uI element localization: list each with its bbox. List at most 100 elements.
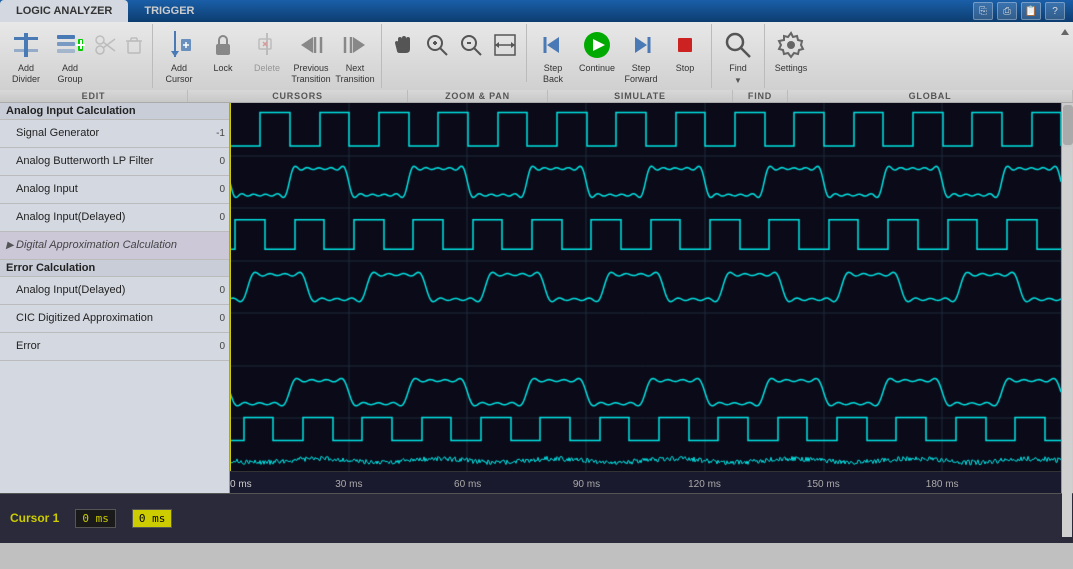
cursors-group: AddCursor Lock bbox=[153, 24, 382, 88]
continue-icon bbox=[581, 29, 613, 61]
group-error-calc[interactable]: Error Calculation bbox=[0, 260, 229, 277]
settings-label: Settings bbox=[775, 63, 808, 74]
next-transition-label: NextTransition bbox=[335, 63, 374, 85]
hand-icon bbox=[387, 29, 419, 61]
timeline-label-30ms: 30 ms bbox=[335, 479, 362, 490]
trash-icon bbox=[118, 29, 150, 61]
copy-icon-btn[interactable]: ⎘ bbox=[973, 2, 993, 20]
step-forward-label: StepForward bbox=[624, 63, 657, 85]
add-cursor-icon bbox=[163, 29, 195, 61]
list-item[interactable]: Analog Input 0 bbox=[0, 176, 229, 204]
clipboard-icon-btn[interactable]: 📋 bbox=[1021, 2, 1041, 20]
add-group-icon bbox=[54, 29, 86, 61]
cursor-label: Cursor 1 bbox=[10, 511, 59, 525]
next-transition-button[interactable]: NextTransition bbox=[333, 24, 377, 88]
settings-button[interactable]: Settings bbox=[769, 24, 813, 82]
cursor-delta-value: 0 ms bbox=[132, 509, 173, 528]
zoom-fit-button[interactable] bbox=[488, 24, 522, 82]
tab-trigger[interactable]: TRIGGER bbox=[128, 0, 210, 22]
status-bar: Cursor 1 0 ms 0 ms bbox=[0, 493, 1073, 543]
toolbar-section-labels: EDIT CURSORS ZOOM & PAN SIMULATE FIND GL… bbox=[0, 90, 1073, 103]
find-dropdown-arrow: ▼ bbox=[734, 76, 742, 85]
cursor-time-value: 0 ms bbox=[75, 509, 116, 528]
group-digital-approx-calc[interactable]: ▶ Digital Approximation Calculation bbox=[0, 232, 229, 260]
timeline-label-120ms: 120 ms bbox=[688, 479, 721, 490]
lock-icon bbox=[207, 29, 239, 61]
find-label: Find bbox=[729, 63, 747, 74]
step-back-label: StepBack bbox=[543, 63, 563, 85]
global-section-label: GLOBAL bbox=[788, 90, 1073, 102]
find-button[interactable]: Find ▼ bbox=[716, 24, 760, 88]
hand-button[interactable] bbox=[386, 24, 420, 82]
toolbar-collapse-btn[interactable] bbox=[1057, 24, 1073, 40]
timeline-label-0ms: 0 ms bbox=[230, 479, 252, 490]
stop-button[interactable]: Stop bbox=[663, 24, 707, 82]
expand-arrow-icon: ▶ bbox=[6, 240, 16, 251]
add-divider-label: Add Divider bbox=[7, 63, 45, 85]
main-area: Analog Input Calculation Signal Generato… bbox=[0, 103, 1073, 493]
add-group-button[interactable]: AddGroup bbox=[48, 24, 92, 88]
zoom-section-label: ZOOM & PAN bbox=[408, 90, 548, 102]
timeline: 0 ms 30 ms 60 ms 90 ms 120 ms 150 ms 180… bbox=[230, 471, 1061, 493]
list-item[interactable]: Analog Input(Delayed) 0 bbox=[0, 277, 229, 305]
scrollbar-thumb[interactable] bbox=[1063, 105, 1073, 145]
list-item[interactable]: Error 0 bbox=[0, 333, 229, 361]
zoom-in-button[interactable] bbox=[420, 24, 454, 82]
simulate-group: StepBack Continue bbox=[527, 24, 712, 88]
list-item[interactable]: CIC Digitized Approximation 0 bbox=[0, 305, 229, 333]
step-forward-button[interactable]: StepForward bbox=[619, 24, 663, 88]
prev-transition-button[interactable]: PreviousTransition bbox=[289, 24, 333, 88]
waveform-display bbox=[230, 103, 1061, 471]
cut-button[interactable] bbox=[92, 24, 120, 82]
delete-cursor-button[interactable]: Delete bbox=[245, 24, 289, 82]
tab-logic-analyzer[interactable]: LOGIC ANALYZER bbox=[0, 0, 128, 22]
waveform-panel: 0 ms 30 ms 60 ms 90 ms 120 ms 150 ms 180… bbox=[230, 103, 1061, 493]
find-icon bbox=[722, 29, 754, 61]
delete-cursor-icon bbox=[251, 29, 283, 61]
step-back-button[interactable]: StepBack bbox=[531, 24, 575, 88]
zoom-pan-group bbox=[382, 24, 527, 82]
delete-cursor-label: Delete bbox=[254, 63, 280, 74]
settings-icon bbox=[775, 29, 807, 61]
step-back-icon bbox=[537, 29, 569, 61]
help-icon-btn[interactable]: ? bbox=[1045, 2, 1065, 20]
list-item[interactable]: Analog Input(Delayed) 0 bbox=[0, 204, 229, 232]
list-item[interactable]: Signal Generator -1 bbox=[0, 120, 229, 148]
tab-icons: ⎘ ⎙ 📋 ? bbox=[973, 0, 1073, 22]
cursors-section-label: CURSORS bbox=[188, 90, 408, 102]
scrollbar-track bbox=[1062, 147, 1072, 537]
tab-bar: LOGIC ANALYZER TRIGGER ⎘ ⎙ 📋 ? bbox=[0, 0, 1073, 22]
add-cursor-label: AddCursor bbox=[165, 63, 192, 85]
vertical-scrollbar[interactable] bbox=[1061, 103, 1073, 493]
continue-label: Continue bbox=[579, 63, 615, 74]
toolbar-buttons-row: Add Divider AddGroup bbox=[0, 22, 1073, 90]
add-group-label: AddGroup bbox=[57, 63, 82, 85]
add-cursor-button[interactable]: AddCursor bbox=[157, 24, 201, 88]
list-item[interactable]: Analog Butterworth LP Filter 0 bbox=[0, 148, 229, 176]
zoom-out-button[interactable] bbox=[454, 24, 488, 82]
prev-transition-label: PreviousTransition bbox=[291, 63, 330, 85]
find-group: Find ▼ bbox=[712, 24, 765, 88]
signal-list: Analog Input Calculation Signal Generato… bbox=[0, 103, 230, 493]
timeline-label-60ms: 60 ms bbox=[454, 479, 481, 490]
waveform-canvas[interactable] bbox=[230, 103, 1061, 471]
zoom-fit-icon bbox=[489, 29, 521, 61]
stop-label: Stop bbox=[676, 63, 695, 74]
toolbar: Add Divider AddGroup bbox=[0, 22, 1073, 103]
timeline-label-150ms: 150 ms bbox=[807, 479, 840, 490]
prev-transition-icon bbox=[295, 29, 327, 61]
stop-icon bbox=[669, 29, 701, 61]
next-transition-icon bbox=[339, 29, 371, 61]
continue-button[interactable]: Continue bbox=[575, 24, 619, 82]
timeline-label-90ms: 90 ms bbox=[573, 479, 600, 490]
add-divider-icon bbox=[10, 29, 42, 61]
delete-edit-button[interactable] bbox=[120, 24, 148, 82]
step-forward-icon bbox=[625, 29, 657, 61]
zoom-out-icon bbox=[455, 29, 487, 61]
group-analog-input-calc[interactable]: Analog Input Calculation bbox=[0, 103, 229, 120]
paste-icon-btn[interactable]: ⎙ bbox=[997, 2, 1017, 20]
global-group: Settings bbox=[765, 24, 817, 82]
zoom-in-icon bbox=[421, 29, 453, 61]
lock-button[interactable]: Lock bbox=[201, 24, 245, 82]
add-divider-button[interactable]: Add Divider bbox=[4, 24, 48, 88]
